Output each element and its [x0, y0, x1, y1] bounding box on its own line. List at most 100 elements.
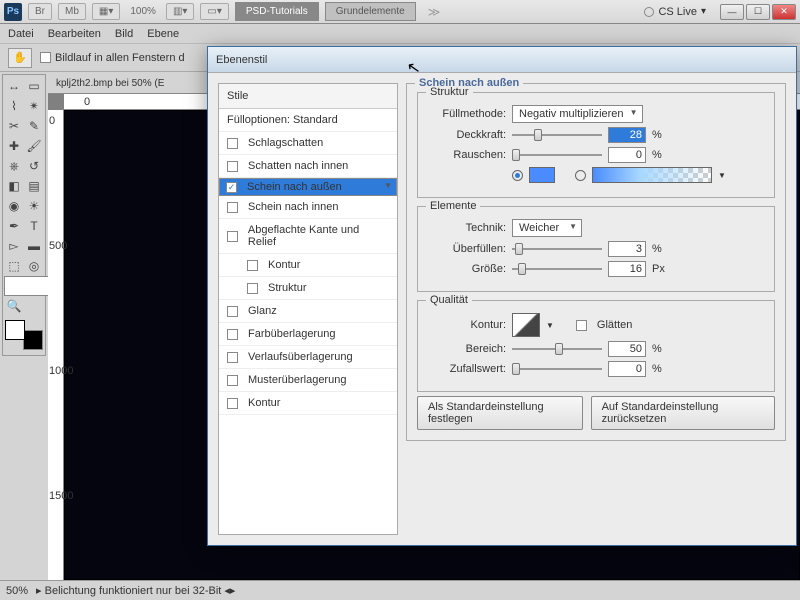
move-tool[interactable]: ↔ [4, 76, 24, 96]
pen-tool[interactable]: ✒ [4, 216, 24, 236]
style-label: Verlaufsüberlagerung [248, 351, 353, 363]
range-slider[interactable] [512, 342, 602, 356]
minimize-button[interactable]: — [720, 4, 744, 20]
style-checkbox[interactable] [247, 260, 258, 271]
history-brush-tool[interactable]: ↺ [24, 156, 44, 176]
close-button[interactable]: ✕ [772, 4, 796, 20]
menu-datei[interactable]: Datei [8, 28, 34, 40]
technique-select[interactable]: Weicher [512, 219, 582, 237]
blend-mode-select[interactable]: Negativ multiplizieren [512, 105, 643, 123]
lasso-tool[interactable]: ⌇ [4, 96, 24, 116]
style-item[interactable]: Schlagschatten [219, 132, 397, 155]
stamp-tool[interactable]: ⎈ [4, 156, 24, 176]
style-item[interactable]: Struktur [219, 277, 397, 300]
noise-input[interactable]: 0 [608, 147, 646, 163]
menu-bearbeiten[interactable]: Bearbeiten [48, 28, 101, 40]
style-checkbox[interactable] [227, 161, 238, 172]
style-checkbox[interactable] [227, 231, 238, 242]
workspace-tab-tutorials[interactable]: PSD-Tutorials [235, 2, 319, 21]
style-label: Struktur [268, 282, 307, 294]
zoom-level[interactable]: 100% [126, 6, 160, 17]
style-label: Schein nach innen [248, 201, 339, 213]
gradient-radio[interactable] [575, 170, 586, 181]
type-tool[interactable]: T [24, 216, 44, 236]
cslive-button[interactable]: CS Live ▾ [644, 6, 706, 18]
menu-ebene[interactable]: Ebene [147, 28, 179, 40]
opacity-slider[interactable] [512, 128, 602, 142]
zoom-tool[interactable]: 🔍 [4, 296, 24, 316]
color-swatches[interactable] [5, 320, 43, 350]
shape-tool[interactable]: ▬ [24, 236, 44, 256]
path-tool[interactable]: ▻ [4, 236, 24, 256]
eraser-tool[interactable]: ◧ [4, 176, 24, 196]
style-checkbox[interactable] [227, 329, 238, 340]
style-checkbox[interactable] [227, 352, 238, 363]
size-slider[interactable] [512, 262, 602, 276]
more-workspaces-icon[interactable]: ≫ [422, 5, 447, 19]
arrange-button[interactable]: ▥▾ [166, 3, 194, 20]
hand-tool-icon[interactable]: ✋ [8, 48, 32, 68]
bridge-button[interactable]: Br [28, 3, 52, 20]
style-item[interactable]: Musterüberlagerung [219, 369, 397, 392]
camera-tool[interactable]: ◎ [24, 256, 44, 276]
layer-style-dialog: Ebenenstil Stile Fülloptionen: Standard … [207, 46, 797, 546]
style-checkbox[interactable] [227, 202, 238, 213]
menubar: Datei Bearbeiten Bild Ebene [0, 24, 800, 44]
spread-slider[interactable] [512, 242, 602, 256]
blur-tool[interactable]: ◉ [4, 196, 24, 216]
screen-mode-button[interactable]: ▭▾ [200, 3, 228, 20]
jitter-input[interactable]: 0 [608, 361, 646, 377]
style-item[interactable]: Glanz [219, 300, 397, 323]
make-default-button[interactable]: Als Standardeinstellung festlegen [417, 396, 583, 430]
style-item[interactable]: Schein nach innen [219, 196, 397, 219]
antialias-checkbox[interactable] [576, 320, 587, 331]
dodge-tool[interactable]: ☀ [24, 196, 44, 216]
workspace-tab-grundelemente[interactable]: Grundelemente [325, 2, 416, 21]
style-checkbox[interactable] [227, 138, 238, 149]
style-checkbox[interactable] [226, 182, 237, 193]
contour-picker[interactable] [512, 313, 540, 337]
style-list-header: Stile [219, 84, 397, 109]
style-item[interactable]: Kontur [219, 392, 397, 415]
dialog-title: Ebenenstil [208, 47, 796, 73]
brush-tool[interactable]: 🖌 [24, 136, 44, 156]
view-grid-button[interactable]: ▦▾ [92, 3, 120, 20]
style-checkbox[interactable] [227, 375, 238, 386]
style-item[interactable]: Schein nach außen [219, 178, 397, 196]
struktur-group: Struktur Füllmethode:Negativ multiplizie… [417, 92, 775, 198]
style-checkbox[interactable] [227, 306, 238, 317]
glow-color-swatch[interactable] [529, 167, 555, 183]
minibridge-button[interactable]: Mb [58, 3, 86, 20]
style-checkbox[interactable] [227, 398, 238, 409]
size-input[interactable]: 16 [608, 261, 646, 277]
3d-tool[interactable]: ⬚ [4, 256, 24, 276]
qualitat-group: Qualität Kontur:▼Glätten Bereich:50% Zuf… [417, 300, 775, 392]
status-zoom[interactable]: 50% [6, 585, 28, 597]
heal-tool[interactable]: ✚ [4, 136, 24, 156]
glow-gradient-swatch[interactable] [592, 167, 712, 183]
range-input[interactable]: 50 [608, 341, 646, 357]
style-checkbox[interactable] [247, 283, 258, 294]
wand-tool[interactable]: ✴ [24, 96, 44, 116]
eyedropper-tool[interactable]: ✎ [24, 116, 44, 136]
fill-options[interactable]: Fülloptionen: Standard [219, 109, 397, 132]
jitter-slider[interactable] [512, 362, 602, 376]
menu-bild[interactable]: Bild [115, 28, 133, 40]
style-list: Stile Fülloptionen: Standard Schlagschat… [218, 83, 398, 535]
style-item[interactable]: Farbüberlagerung [219, 323, 397, 346]
scroll-all-checkbox[interactable]: Bildlauf in allen Fenstern d [40, 52, 185, 64]
spread-input[interactable]: 3 [608, 241, 646, 257]
style-label: Schlagschatten [248, 137, 323, 149]
style-item[interactable]: Abgeflachte Kante und Relief [219, 219, 397, 254]
gradient-tool[interactable]: ▤ [24, 176, 44, 196]
maximize-button[interactable]: ☐ [746, 4, 770, 20]
style-item[interactable]: Verlaufsüberlagerung [219, 346, 397, 369]
marquee-tool[interactable]: ▭ [24, 76, 44, 96]
opacity-input[interactable]: 28 [608, 127, 646, 143]
color-radio[interactable] [512, 170, 523, 181]
style-item[interactable]: Schatten nach innen [219, 155, 397, 178]
style-item[interactable]: Kontur [219, 254, 397, 277]
reset-default-button[interactable]: Auf Standardeinstellung zurücksetzen [591, 396, 775, 430]
noise-slider[interactable] [512, 148, 602, 162]
crop-tool[interactable]: ✂ [4, 116, 24, 136]
